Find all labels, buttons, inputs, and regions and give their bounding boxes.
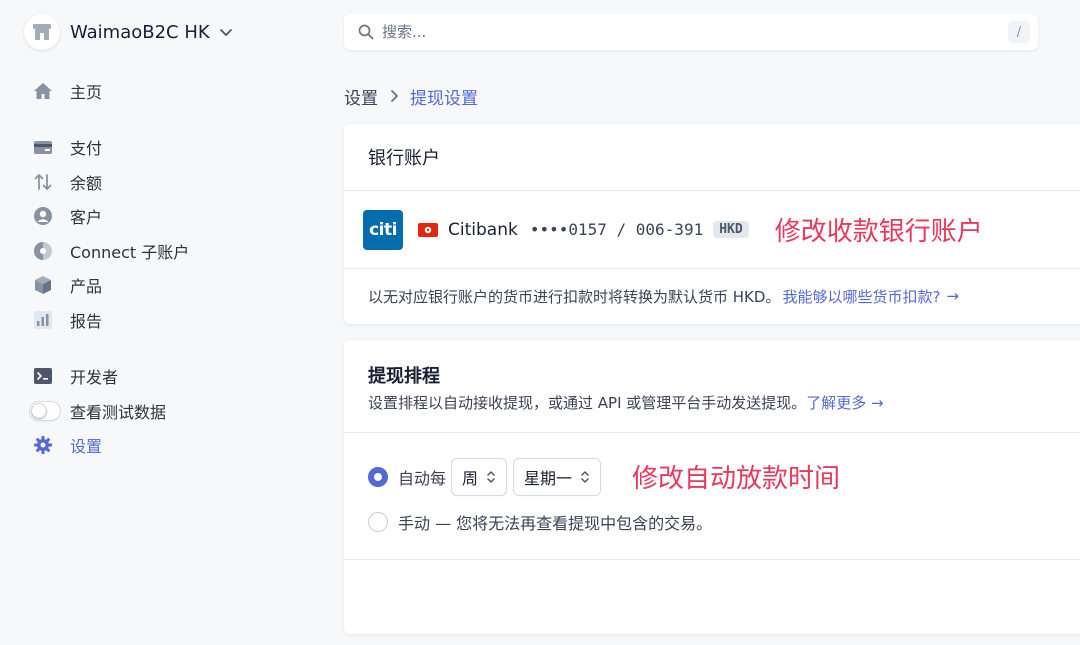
sidebar-item-payments[interactable]: 支付 [32, 133, 102, 161]
auto-payout-option[interactable]: 自动每 周 星期一 修改自动放款时间 [368, 458, 840, 495]
breadcrumb-current: 提现设置 [410, 88, 478, 109]
connect-icon [32, 240, 54, 262]
learn-more-link[interactable]: 了解更多 → [806, 394, 883, 412]
annotation-edit-bank-account: 修改收款银行账户 [774, 217, 983, 247]
sidebar-item-label: 设置 [70, 437, 103, 456]
manual-payout-label: 手动 — 您将无法再查看提现中包含的交易。 [398, 514, 713, 533]
chevron-down-icon [218, 24, 234, 40]
search-input[interactable] [382, 23, 1008, 41]
search-bar[interactable]: / [344, 14, 1038, 50]
annotation-edit-payout-time: 修改自动放款时间 [632, 464, 841, 494]
sidebar-item-customers[interactable]: 客户 [32, 202, 102, 230]
period-select[interactable]: 周 [452, 458, 507, 495]
sidebar-item-products[interactable]: 产品 [32, 271, 102, 299]
test-data-toggle-row[interactable]: 查看测试数据 [29, 397, 166, 425]
breadcrumb-settings-link[interactable]: 设置 [344, 84, 378, 109]
bank-account-card: 银行账户 citi Citibank ••••0157 / 006-391 HK… [344, 124, 1080, 324]
sidebar-item-connect[interactable]: Connect 子账户 [32, 237, 189, 265]
payout-schedule-title: 提现排程 [368, 366, 440, 387]
auto-payout-radio[interactable] [368, 466, 388, 487]
currency-note-text: 以无对应银行账户的货币进行扣款时将转换为默认货币 HKD。 [368, 287, 781, 306]
balance-arrows-icon [32, 171, 54, 193]
terminal-icon [32, 365, 54, 387]
sidebar-item-home[interactable]: 主页 [32, 77, 102, 105]
hong-kong-flag-icon [418, 222, 438, 237]
card-divider [344, 559, 1080, 560]
manual-payout-option[interactable]: 手动 — 您将无法再查看提现中包含的交易。 [368, 510, 712, 534]
payout-schedule-description: 设置排程以自动接收提现，或通过 API 或管理平台手动发送提现。了解更多 → [368, 392, 1056, 413]
bank-account-title: 银行账户 [344, 124, 1080, 191]
sidebar-item-label: 余额 [70, 174, 103, 193]
citibank-logo: citi [363, 209, 403, 250]
sidebar-item-label: 产品 [70, 277, 103, 296]
bank-account-row[interactable]: citi Citibank ••••0157 / 006-391 HKD 修改收… [344, 191, 1080, 269]
store-icon [24, 14, 60, 50]
currency-badge: HKD [713, 221, 749, 238]
up-down-chevron-icon [580, 470, 590, 484]
auto-payout-label: 自动每 [398, 468, 447, 488]
sidebar-item-settings[interactable]: 设置 [32, 431, 102, 459]
sidebar-item-label: Connect 子账户 [70, 243, 190, 262]
manual-payout-radio[interactable] [368, 512, 388, 532]
search-shortcut-hint: / [1008, 21, 1030, 43]
currency-note: 以无对应银行账户的货币进行扣款时将转换为默认货币 HKD。 我能够以哪些货币扣款… [344, 269, 1080, 323]
sidebar-item-developers[interactable]: 开发者 [32, 362, 118, 390]
bank-name: Citibank [448, 219, 518, 240]
sidebar-item-label: 客户 [70, 208, 103, 227]
chevron-right-icon [388, 89, 400, 103]
payout-schedule-description-text: 设置排程以自动接收提现，或通过 API 或管理平台手动发送提现。 [368, 394, 807, 412]
sidebar-item-label: 主页 [70, 83, 103, 102]
payout-schedule-header: 提现排程 设置排程以自动接收提现，或通过 API 或管理平台手动发送提现。了解更… [344, 340, 1080, 433]
account-name: WaimaoB2C HK [70, 21, 210, 43]
payments-icon [32, 136, 54, 158]
search-icon [358, 24, 374, 40]
sidebar-item-label: 报告 [70, 312, 103, 331]
sidebar-item-reports[interactable]: 报告 [32, 306, 102, 334]
account-switcher[interactable]: WaimaoB2C HK [24, 14, 234, 50]
test-data-toggle[interactable] [29, 401, 61, 421]
payout-schedule-card: 提现排程 设置排程以自动接收提现，或通过 API 或管理平台手动发送提现。了解更… [344, 340, 1080, 634]
weekday-select[interactable]: 星期一 [514, 458, 601, 495]
customer-icon [32, 205, 54, 227]
sidebar-item-balance[interactable]: 余额 [32, 168, 102, 196]
period-select-value: 周 [462, 468, 479, 488]
sidebar-item-label: 支付 [70, 139, 103, 158]
currency-help-link[interactable]: 我能够以哪些货币扣款? [782, 286, 940, 307]
account-number: ••••0157 / 006-391 [529, 220, 704, 239]
gear-icon [32, 434, 54, 456]
report-chart-icon [32, 309, 54, 331]
weekday-select-value: 星期一 [524, 468, 573, 488]
product-box-icon [32, 274, 54, 296]
breadcrumb: 设置 提现设置 [344, 84, 478, 109]
sidebar-item-label: 开发者 [70, 368, 119, 387]
arrow-right-icon: → [946, 287, 959, 305]
home-icon [32, 80, 54, 102]
sidebar-item-label: 查看测试数据 [70, 403, 167, 422]
up-down-chevron-icon [486, 470, 496, 484]
